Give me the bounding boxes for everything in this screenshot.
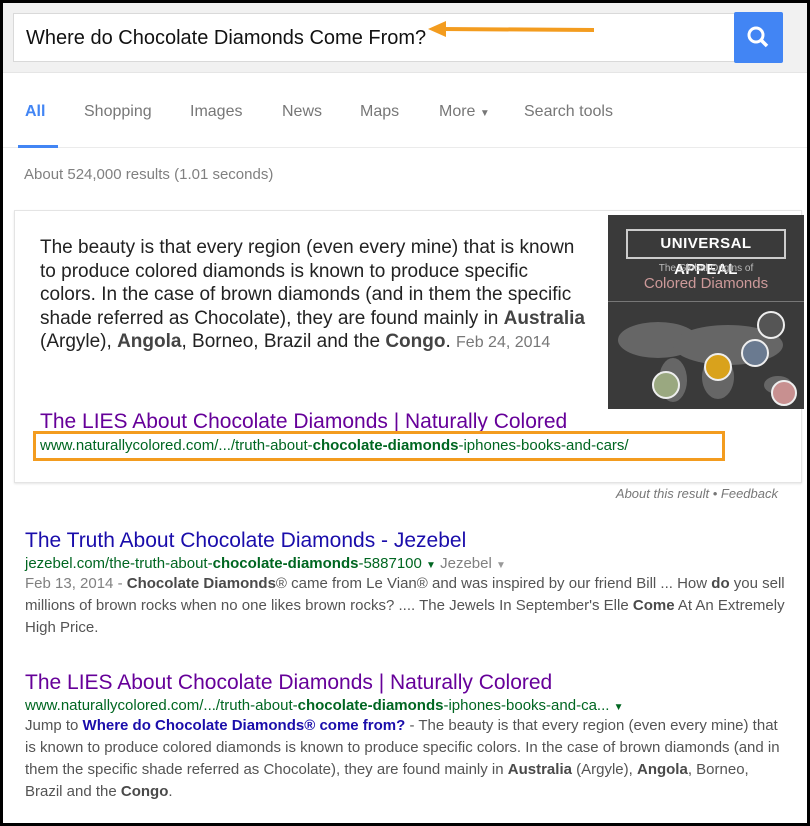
search-button[interactable] <box>734 12 783 63</box>
about-feedback-link[interactable]: About this result • Feedback <box>616 486 778 501</box>
result-url[interactable]: jezebel.com/the-truth-about-chocolate-di… <box>25 555 785 572</box>
result-source: Jezebel <box>440 555 492 572</box>
result-url[interactable]: www.naturallycolored.com/.../truth-about… <box>25 697 785 714</box>
snippet-text: The beauty is that every region (even ev… <box>40 237 585 352</box>
tab-search-tools[interactable]: Search tools <box>524 103 613 121</box>
tab-more-label: More <box>439 103 476 120</box>
snippet-date: Feb 24, 2014 <box>456 334 551 351</box>
featured-snippet: The beauty is that every region (even ev… <box>14 210 804 483</box>
tab-more[interactable]: More ▼ <box>439 103 490 121</box>
result-stats: About 524,000 results (1.01 seconds) <box>24 166 274 183</box>
search-result: The Truth About Chocolate Diamonds - Jez… <box>25 529 785 639</box>
result-snippet: Jump to Where do Chocolate Diamonds® com… <box>25 717 780 800</box>
tab-news[interactable]: News <box>282 103 322 121</box>
result-title[interactable]: The Truth About Chocolate Diamonds - Jez… <box>25 529 785 553</box>
page: Where do Chocolate Diamonds Come From? A… <box>3 3 807 823</box>
tab-maps[interactable]: Maps <box>360 103 399 121</box>
search-query: Where do Chocolate Diamonds Come From? <box>26 27 427 49</box>
chevron-down-icon: ▼ <box>479 108 490 119</box>
active-tab-indicator <box>18 145 58 148</box>
search-tabs: All Shopping Images News Maps More ▼ Sea… <box>3 73 807 148</box>
infographic-subtitle: The Global Origins of <box>658 263 754 274</box>
infographic-title: Universal Appeal <box>626 229 786 278</box>
jump-to-link[interactable]: Where do Chocolate Diamonds® come from? <box>83 717 406 734</box>
arrow-annotation-icon <box>428 21 595 37</box>
search-input[interactable]: Where do Chocolate Diamonds Come From? <box>13 13 735 62</box>
search-header: Where do Chocolate Diamonds Come From? <box>3 3 807 73</box>
tab-images[interactable]: Images <box>190 103 242 121</box>
infographic-image[interactable]: Universal Appeal The Global Origins of C… <box>608 215 804 409</box>
search-icon <box>747 26 769 48</box>
result-title[interactable]: The LIES About Chocolate Diamonds | Natu… <box>25 671 785 695</box>
caret-down-icon: ▼ <box>496 560 506 571</box>
caret-down-icon: ▼ <box>613 702 624 713</box>
world-map-icon <box>618 311 797 406</box>
tab-all[interactable]: All <box>25 103 45 121</box>
infographic-subtitle2: Colored Diamonds <box>643 275 769 292</box>
caret-down-icon: ▼ <box>426 560 436 571</box>
search-result: The LIES About Chocolate Diamonds | Natu… <box>25 671 785 803</box>
tab-shopping[interactable]: Shopping <box>84 103 152 121</box>
result-snippet: Feb 13, 2014 - Chocolate Diamonds® came … <box>25 575 785 636</box>
featured-result-url[interactable]: www.naturallycolored.com/.../truth-about… <box>33 431 725 461</box>
